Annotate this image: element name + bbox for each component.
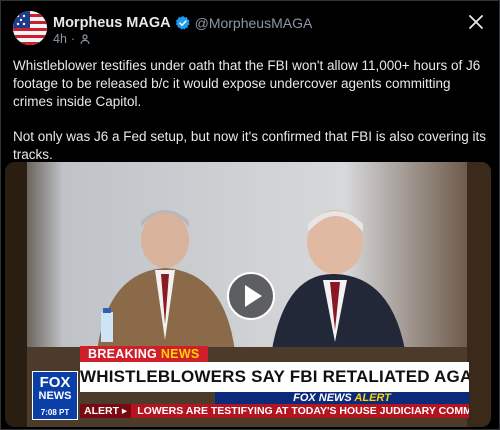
tweet-card: Morpheus MAGA @MorpheusMAGA 4h · Whistle…: [0, 0, 500, 430]
globe-icon: [80, 34, 90, 45]
broadcast-clock: 7:08 PT: [40, 408, 70, 417]
news-ticker: ALERT ▸ LOWERS ARE TESTIFYING AT TODAY'S …: [80, 404, 469, 418]
tweet-text: Whistleblower testifies under oath that …: [13, 57, 489, 164]
name-row: Morpheus MAGA @MorpheusMAGA: [53, 14, 312, 32]
avatar[interactable]: [13, 11, 47, 45]
handle[interactable]: @MorpheusMAGA: [195, 15, 313, 31]
network-label: FOX NEWS: [293, 392, 352, 404]
logo-bottom-text: NEWS: [38, 390, 72, 402]
chyron-headline: WHISTLEBLOWERS SAY FBI RETALIATED AGAINS…: [80, 362, 469, 392]
close-icon[interactable]: [467, 13, 485, 31]
logo-top-text: FOX: [39, 374, 71, 391]
play-icon: [245, 285, 262, 307]
video-player[interactable]: BREAKING NEWS WHISTLEBLOWERS SAY FBI RET…: [5, 162, 491, 427]
flag-avatar-icon: [13, 11, 47, 45]
network-alert-word: ALERT: [354, 392, 391, 404]
ticker-text: LOWERS ARE TESTIFYING AT TODAY'S HOUSE J…: [137, 405, 469, 417]
timestamp[interactable]: 4h: [53, 32, 67, 46]
fox-news-alert-bar: FOX NEWS ALERT: [215, 392, 469, 404]
verified-badge-icon: [175, 16, 190, 30]
tweet-paragraph-1: Whistleblower testifies under oath that …: [13, 58, 481, 110]
meta-row: 4h ·: [53, 32, 91, 46]
breaking-news-tag: BREAKING NEWS: [80, 346, 208, 362]
breaking-news-word: NEWS: [160, 347, 200, 361]
play-button[interactable]: [227, 272, 275, 320]
breaking-label: BREAKING: [88, 347, 158, 361]
display-name[interactable]: Morpheus MAGA: [53, 15, 171, 31]
separator-dot: ·: [70, 32, 76, 46]
tweet-paragraph-2: Not only was J6 a Fed setup, but now it'…: [13, 128, 487, 162]
fox-news-logo: FOX NEWS 7:08 PT: [32, 371, 78, 420]
ticker-alert-tag: ALERT ▸: [80, 404, 132, 418]
